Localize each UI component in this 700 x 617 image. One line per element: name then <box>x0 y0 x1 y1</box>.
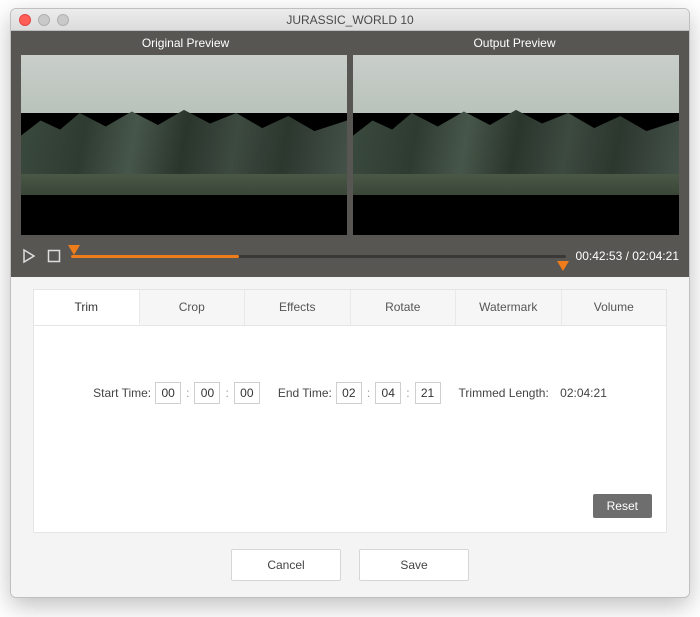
total-time: 02:04:21 <box>632 249 679 263</box>
start-ss-input[interactable]: 00 <box>234 382 260 404</box>
save-button[interactable]: Save <box>359 549 469 581</box>
previews <box>21 55 679 235</box>
trimmed-length-group: Trimmed Length: 02:04:21 <box>459 386 607 400</box>
preview-area: Original Preview Output Preview <box>11 31 689 277</box>
end-mm-input[interactable]: 04 <box>375 382 401 404</box>
tab-crop[interactable]: Crop <box>140 290 246 325</box>
window-title: JURASSIC_WORLD 10 <box>11 13 689 27</box>
end-time-label: End Time: <box>278 386 332 400</box>
close-icon[interactable] <box>19 14 31 26</box>
trim-row: Start Time: 00 : 00 : 00 End Time: 02 : … <box>34 382 666 404</box>
footer: Cancel Save <box>33 533 667 581</box>
slider-end-handle[interactable] <box>560 249 568 265</box>
output-preview-label: Output Preview <box>350 36 679 50</box>
titlebar[interactable]: JURASSIC_WORLD 10 <box>11 9 689 31</box>
trim-panel: Start Time: 00 : 00 : 00 End Time: 02 : … <box>33 326 667 533</box>
time-display: 00:42:53 / 02:04:21 <box>576 249 679 263</box>
play-icon[interactable] <box>21 248 37 264</box>
content: TrimCropEffectsRotateWatermarkVolume Sta… <box>11 277 689 597</box>
reset-button[interactable]: Reset <box>593 494 652 518</box>
window: JURASSIC_WORLD 10 Original Preview Outpu… <box>10 8 690 598</box>
preview-labels: Original Preview Output Preview <box>21 31 679 55</box>
end-ss-input[interactable]: 21 <box>415 382 441 404</box>
end-hh-input[interactable]: 02 <box>336 382 362 404</box>
minimize-icon[interactable] <box>38 14 50 26</box>
slider-fill <box>71 255 239 258</box>
end-time-group: End Time: 02 : 04 : 21 <box>278 382 441 404</box>
window-controls <box>19 14 69 26</box>
original-preview[interactable] <box>21 55 347 235</box>
original-preview-label: Original Preview <box>21 36 350 50</box>
tab-watermark[interactable]: Watermark <box>456 290 562 325</box>
maximize-icon[interactable] <box>57 14 69 26</box>
start-time-label: Start Time: <box>93 386 151 400</box>
slider-start-handle[interactable] <box>71 249 79 265</box>
tab-trim[interactable]: Trim <box>34 290 140 325</box>
output-preview[interactable] <box>353 55 679 235</box>
cancel-button[interactable]: Cancel <box>231 549 341 581</box>
tab-rotate[interactable]: Rotate <box>351 290 457 325</box>
trimmed-length-value: 02:04:21 <box>560 386 607 400</box>
playback-controls: 00:42:53 / 02:04:21 <box>21 243 679 269</box>
start-time-group: Start Time: 00 : 00 : 00 <box>93 382 260 404</box>
trimmed-length-label: Trimmed Length: <box>459 386 549 400</box>
trim-slider[interactable] <box>71 246 566 266</box>
tab-volume[interactable]: Volume <box>562 290 667 325</box>
start-hh-input[interactable]: 00 <box>155 382 181 404</box>
start-mm-input[interactable]: 00 <box>194 382 220 404</box>
tab-effects[interactable]: Effects <box>245 290 351 325</box>
stop-icon[interactable] <box>47 249 61 263</box>
current-time: 00:42:53 <box>576 249 623 263</box>
tabs: TrimCropEffectsRotateWatermarkVolume <box>33 289 667 326</box>
